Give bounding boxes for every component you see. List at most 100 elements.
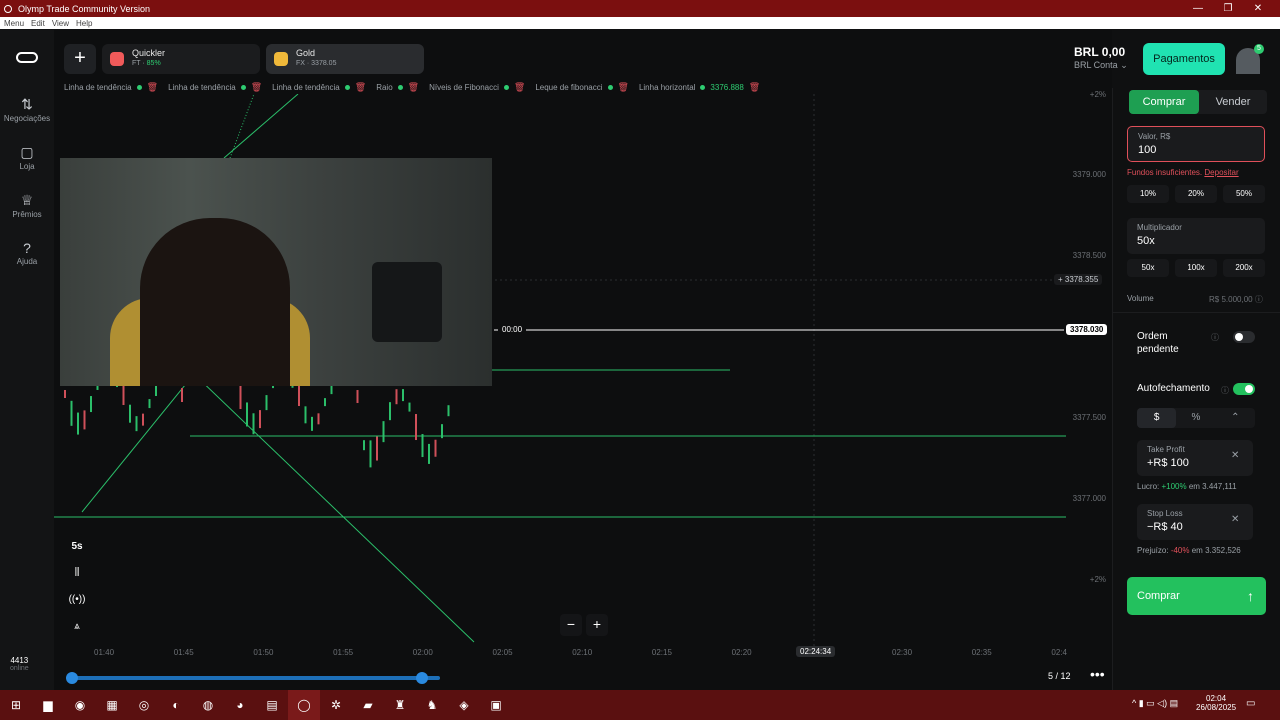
trash-icon[interactable]: 🗑	[355, 82, 366, 93]
info-icon[interactable]: ⓘ	[1221, 385, 1229, 396]
tool-item[interactable]: Leque de fibonacci 🗑	[535, 82, 629, 93]
trash-icon[interactable]: 🗑	[251, 82, 262, 93]
clear-stop-loss-icon[interactable]: ✕	[1231, 514, 1239, 525]
buy-button[interactable]: Comprar ↑	[1127, 577, 1266, 615]
alien-icon[interactable]: ♞	[416, 690, 448, 720]
candle	[382, 421, 385, 443]
menu-item-menu[interactable]: Menu	[4, 19, 24, 28]
tool-item[interactable]: Raio 🗑	[376, 82, 419, 93]
price-axis-label: +2%	[1089, 575, 1106, 584]
percent-20-button[interactable]: 20%	[1175, 185, 1217, 203]
tray-icons[interactable]: ^ ▮ ▭ ◁) ▤	[1132, 698, 1178, 709]
maximize-button[interactable]: ❐	[1212, 0, 1244, 17]
more-icon[interactable]: •••	[1090, 666, 1105, 682]
minimize-button[interactable]: —	[1182, 0, 1214, 17]
tool-item[interactable]: Linha de tendência 🗑	[272, 82, 366, 93]
menu-item-edit[interactable]: Edit	[31, 19, 45, 28]
edge-icon[interactable]: ◐	[160, 690, 192, 720]
clock[interactable]: 02:04 26/08/2025	[1196, 694, 1236, 712]
tab-quickler[interactable]: Quickler FT · 85%	[102, 44, 260, 74]
folder-icon[interactable]: ▆	[32, 690, 64, 720]
tool-item[interactable]: Níveis de Fibonacci 🗑	[429, 82, 525, 93]
multiplier-field[interactable]: Multiplicador 50x	[1127, 218, 1265, 254]
sidebar-label: Ajuda	[16, 257, 38, 266]
tool-item[interactable]: Linha de tendência 🗑	[64, 82, 158, 93]
xbox-icon[interactable]: ◈	[448, 690, 480, 720]
indicators-icon[interactable]: ((•))	[64, 589, 90, 611]
trash-icon[interactable]: 🗑	[749, 82, 760, 93]
trash-icon[interactable]: 🗑	[514, 82, 525, 93]
stop-loss-value[interactable]: −R$ 40	[1147, 521, 1243, 533]
sell-tab[interactable]: Vender	[1199, 90, 1267, 114]
sidebar-item-loja[interactable]: ▢ Loja	[0, 144, 54, 171]
amount-value[interactable]: 100	[1138, 144, 1254, 156]
olymp-logo[interactable]	[16, 52, 38, 63]
editor-icon[interactable]: ▰	[352, 690, 384, 720]
drawing-tools-icon[interactable]: ⩓	[64, 616, 90, 638]
sidebar-item-premios[interactable]: ♕ Prêmios	[0, 192, 54, 219]
zoom-out-button[interactable]: −	[560, 614, 582, 636]
tool-visible-dot[interactable]	[136, 84, 142, 90]
app-icon[interactable]: ▦	[96, 690, 128, 720]
tool-visible-dot[interactable]	[700, 84, 706, 90]
trash-icon[interactable]: 🗑	[147, 82, 158, 93]
olymp-icon[interactable]: ◯	[288, 690, 320, 720]
amount-field[interactable]: Valor, R$ 100	[1127, 126, 1265, 162]
menu-item-view[interactable]: View	[52, 19, 69, 28]
menu-item-help[interactable]: Help	[76, 19, 92, 28]
account-type[interactable]: BRL Conta ⌄	[1074, 60, 1128, 71]
chrome-icon[interactable]: ◍	[192, 690, 224, 720]
timeframe-button[interactable]: 5s	[64, 536, 90, 558]
mult-200x-button[interactable]: 200x	[1223, 259, 1265, 277]
game-icon[interactable]: ✲	[320, 690, 352, 720]
timeline-track[interactable]	[68, 676, 440, 680]
tool-visible-dot[interactable]	[397, 84, 403, 90]
close-button[interactable]: ✕	[1242, 0, 1274, 17]
tool-item[interactable]: Linha horizontal 3376.888 🗑	[639, 82, 760, 93]
notification-badge: 5	[1254, 44, 1264, 54]
tool-visible-dot[interactable]	[503, 84, 509, 90]
obs-icon[interactable]: ◎	[128, 690, 160, 720]
sidebar-item-ajuda[interactable]: ? Ajuda	[0, 240, 54, 266]
discord-icon[interactable]: ◕	[224, 690, 256, 720]
calculator-icon[interactable]: ▣	[480, 690, 512, 720]
sidebar-item-negociacoes[interactable]: ⇅ Negociações	[0, 96, 54, 123]
tool-visible-dot[interactable]	[607, 84, 613, 90]
time-axis-label: 01:50	[253, 648, 274, 657]
percent-50-button[interactable]: 50%	[1223, 185, 1265, 203]
tool-visible-dot[interactable]	[240, 84, 246, 90]
tab-gold[interactable]: Gold FX · 3378.05	[266, 44, 424, 74]
percent-10-button[interactable]: 10%	[1127, 185, 1169, 203]
deposit-link[interactable]: Depositar	[1204, 168, 1238, 177]
start-icon[interactable]: ⊞	[0, 690, 32, 720]
notifications-icon[interactable]: ▭	[1246, 698, 1255, 709]
buy-tab[interactable]: Comprar	[1129, 90, 1199, 114]
balance[interactable]: BRL 0,00	[1074, 45, 1125, 59]
tool-item[interactable]: Linha de tendência 🗑	[168, 82, 262, 93]
info-icon[interactable]: ⓘ	[1255, 295, 1263, 304]
timeline-handle-left[interactable]	[66, 672, 78, 684]
autoclose-toggle[interactable]	[1233, 383, 1255, 395]
steam-icon[interactable]: ◉	[64, 690, 96, 720]
multiplier-value[interactable]: 50x	[1137, 235, 1255, 247]
mult-50x-button[interactable]: 50x	[1127, 259, 1169, 277]
mode-price[interactable]: ⌃	[1216, 408, 1255, 428]
tool-visible-dot[interactable]	[344, 84, 350, 90]
payments-button[interactable]: Pagamentos	[1143, 43, 1225, 75]
mode-percent[interactable]: %	[1176, 408, 1215, 428]
trash-icon[interactable]: 🗑	[618, 82, 629, 93]
mode-currency[interactable]: $	[1137, 408, 1177, 428]
mult-100x-button[interactable]: 100x	[1175, 259, 1217, 277]
clear-take-profit-icon[interactable]: ✕	[1231, 450, 1239, 461]
add-asset-button[interactable]: +	[64, 44, 96, 74]
info-icon[interactable]: ⓘ	[1211, 332, 1219, 343]
timeline-handle-right[interactable]	[416, 672, 428, 684]
trash-icon[interactable]: 🗑	[408, 82, 419, 93]
take-profit-value[interactable]: +R$ 100	[1147, 457, 1243, 469]
chart-type-icon[interactable]: ⫼	[64, 562, 90, 584]
zoom-in-button[interactable]: +	[586, 614, 608, 636]
pending-toggle[interactable]	[1233, 331, 1255, 343]
candle	[122, 384, 125, 406]
shield-icon[interactable]: ♜	[384, 690, 416, 720]
files-icon[interactable]: ▤	[256, 690, 288, 720]
